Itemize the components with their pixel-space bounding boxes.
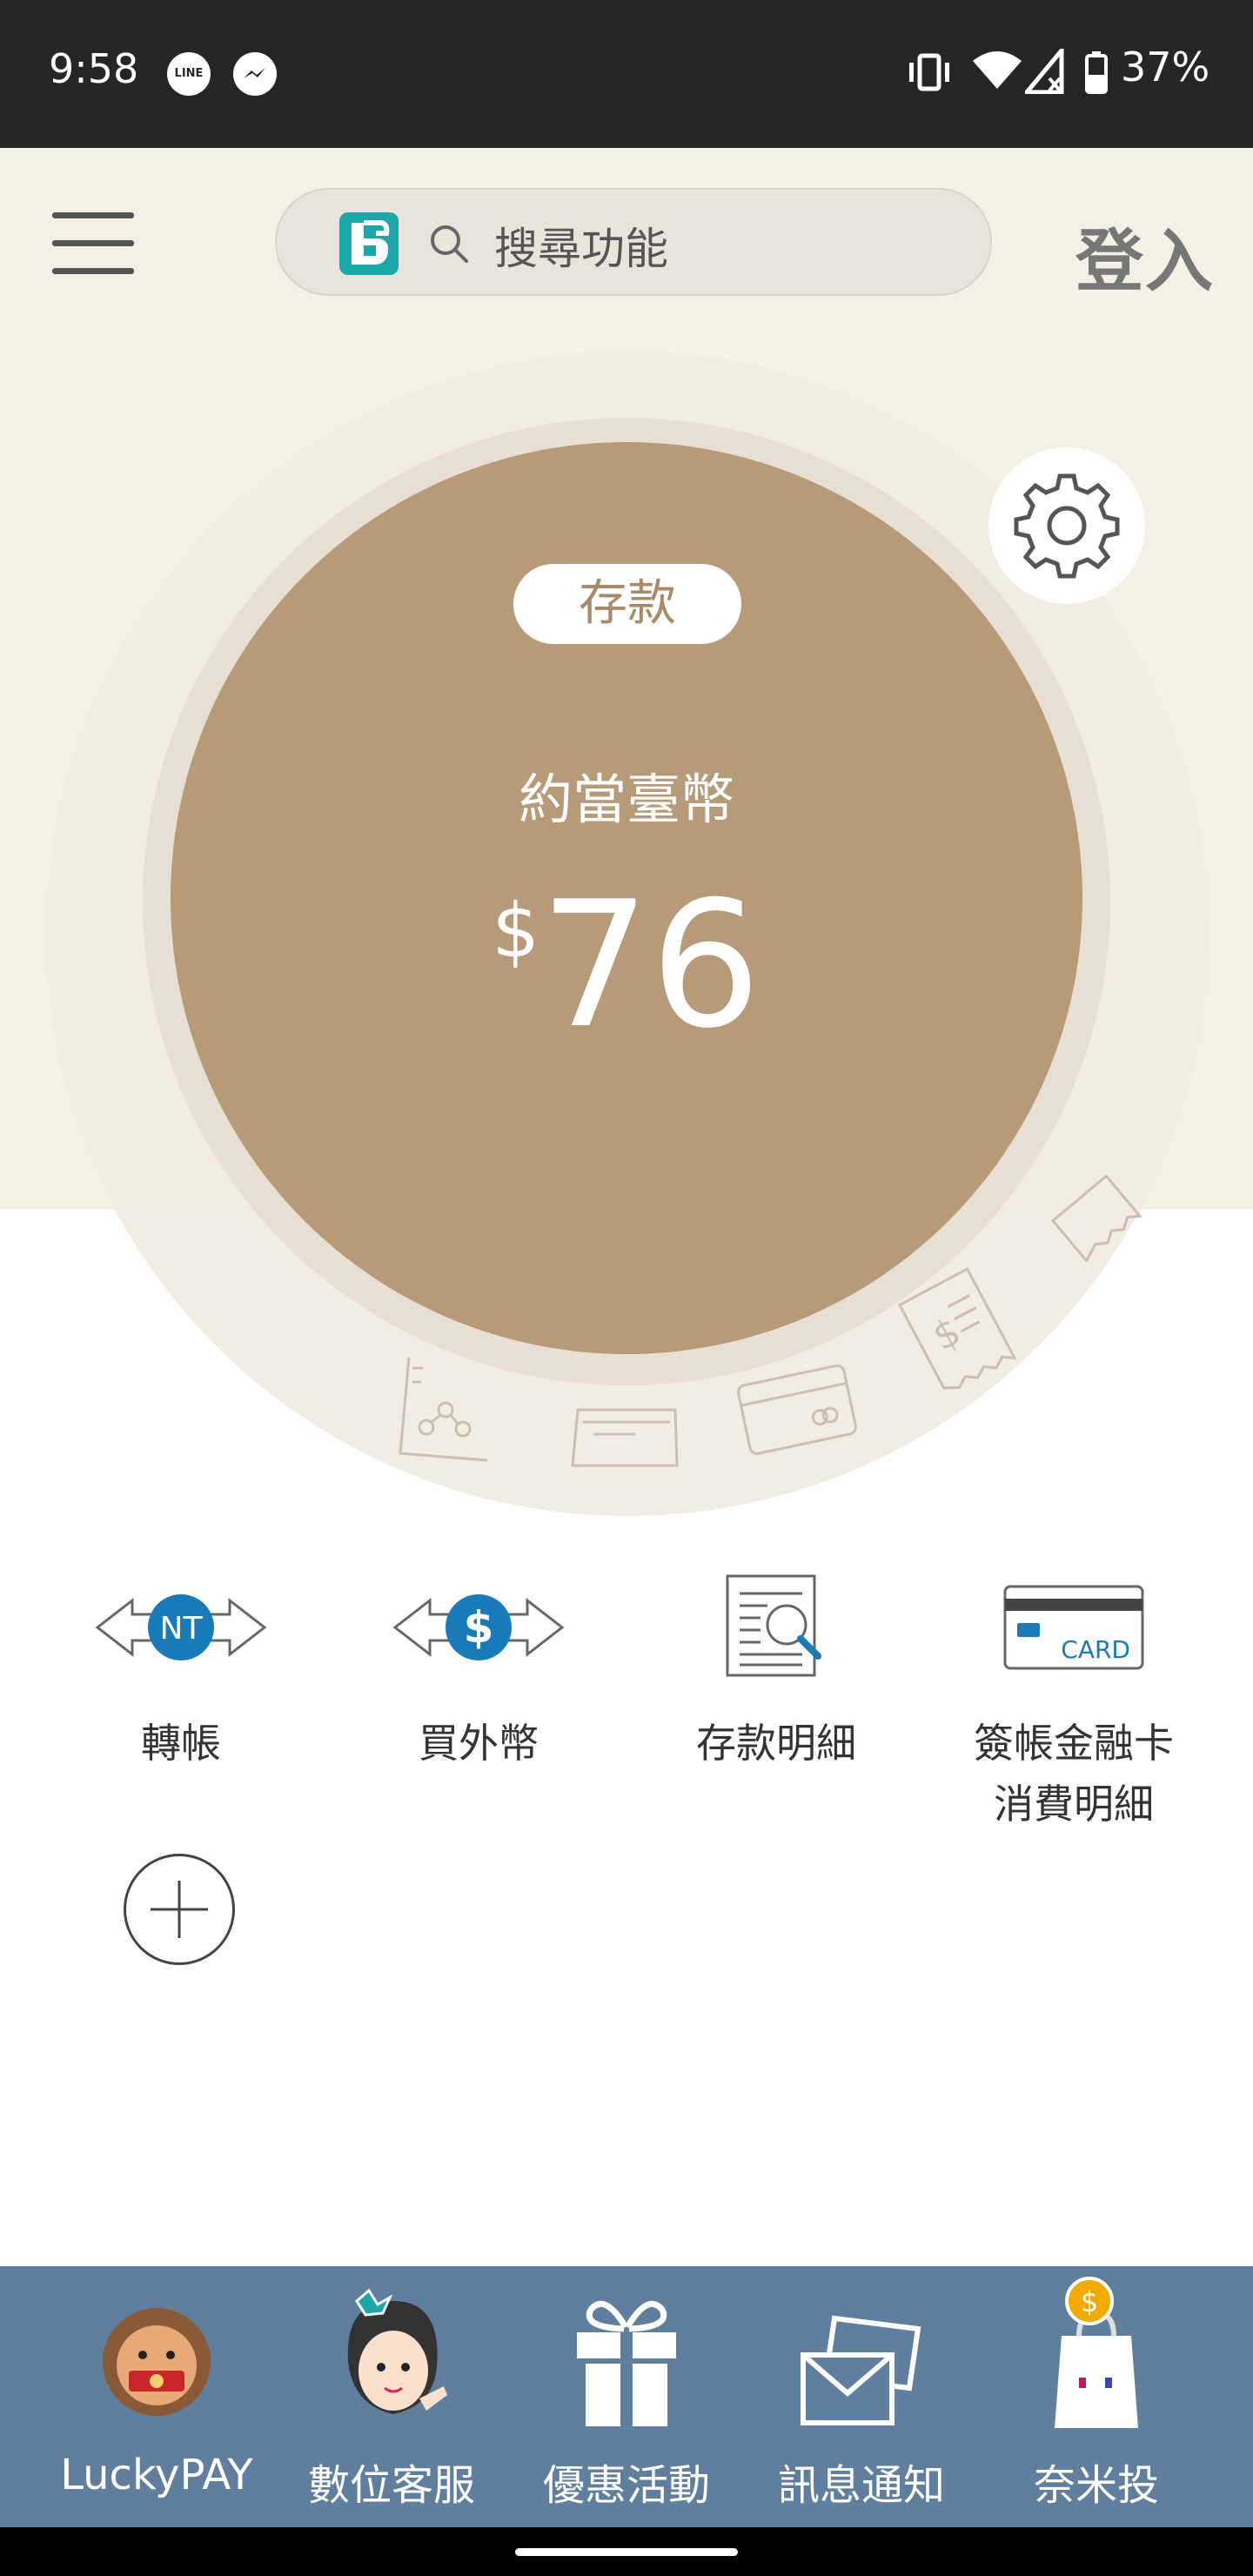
- lion-mascot-icon: [31, 2266, 282, 2432]
- wifi-icon: [971, 49, 1023, 96]
- search-placeholder: 搜尋功能: [494, 224, 668, 274]
- signal-icon: [1022, 44, 1065, 97]
- nav-promotions[interactable]: 優惠活動: [501, 2266, 752, 2527]
- home-gesture-handle[interactable]: [515, 2548, 738, 2556]
- nav-luckypay-label: LuckyPAY: [60, 2451, 253, 2499]
- customer-service-avatar-icon: [266, 2266, 517, 2432]
- nav-notifications[interactable]: 訊息通知: [736, 2266, 987, 2527]
- nav-digital-service-label: 數位客服: [307, 2461, 475, 2510]
- settings-button[interactable]: [988, 447, 1145, 604]
- nav-digital-service[interactable]: 數位客服: [266, 2266, 517, 2527]
- debit-card-statement-label: 簽帳金融卡 消費明細: [943, 1713, 1204, 1835]
- nt-transfer-icon: NT: [50, 1566, 312, 1688]
- nav-nano-invest[interactable]: $ 奈米投: [971, 2266, 1222, 2527]
- label-line-2: 消費明細: [994, 1781, 1154, 1828]
- nano-invest-bag-icon: $: [971, 2266, 1222, 2432]
- deposit-details-action[interactable]: 存款明細: [646, 1566, 907, 1774]
- balance-caption: 約當臺幣: [518, 768, 734, 831]
- bottom-navigation: LuckyPAY 數位客服 優惠活動 訊息通知 $ 奈米投: [0, 2266, 1253, 2527]
- messenger-icon: [233, 52, 277, 96]
- buy-foreign-currency-label: 買外幣: [419, 1720, 539, 1767]
- account-type-badge[interactable]: 存款: [513, 564, 741, 644]
- balance-amount: $76: [0, 870, 1253, 1062]
- vibrate-icon: [905, 50, 954, 97]
- credit-card-category-icon[interactable]: [731, 1358, 861, 1462]
- status-bar: 9:58 LINE 37%: [0, 0, 1253, 148]
- menu-line: [52, 268, 134, 274]
- add-shortcut-button[interactable]: [124, 1854, 235, 1965]
- receipt-category-icon[interactable]: [1044, 1175, 1149, 1262]
- nav-nano-invest-label: 奈米投: [1033, 2461, 1159, 2510]
- battery-percent: 37%: [1121, 44, 1210, 91]
- currency-symbol: $: [492, 888, 540, 975]
- envelope-icon: [736, 2266, 987, 2432]
- svg-text:$: $: [926, 1309, 968, 1359]
- fubon-logo-icon: [339, 212, 399, 275]
- deposit-details-label: 存款明細: [696, 1720, 856, 1767]
- chart-category-icon[interactable]: [383, 1349, 505, 1471]
- bill-category-icon[interactable]: $: [888, 1262, 1027, 1401]
- buy-foreign-currency-action[interactable]: $ 買外幣: [348, 1566, 609, 1774]
- line-app-icon: LINE: [167, 52, 211, 96]
- debit-card-statement-action[interactable]: CARD 簽帳金融卡 消費明細: [943, 1566, 1204, 1835]
- svg-text:$: $: [464, 1602, 494, 1653]
- login-button[interactable]: 登入: [1075, 207, 1215, 305]
- menu-line: [52, 240, 134, 246]
- buy-foreign-currency-icon: $: [348, 1566, 609, 1688]
- svg-text:NT: NT: [160, 1611, 204, 1647]
- label-line-1: 簽帳金融卡: [974, 1720, 1174, 1767]
- nav-luckypay[interactable]: LuckyPAY: [31, 2266, 282, 2527]
- hamburger-menu-button[interactable]: [52, 212, 134, 274]
- gear-icon: [1014, 473, 1120, 579]
- card-icon: CARD: [943, 1566, 1204, 1688]
- menu-line: [52, 212, 134, 218]
- nav-promotions-label: 優惠活動: [542, 2461, 710, 2510]
- status-time: 9:58: [49, 45, 139, 92]
- deposit-category-icon[interactable]: [566, 1392, 687, 1479]
- balance-value: 76: [539, 864, 761, 1067]
- deposit-details-icon: [646, 1566, 907, 1688]
- plus-icon: [151, 1881, 208, 1938]
- svg-text:$: $: [1081, 2285, 1098, 2318]
- transfer-label: 轉帳: [141, 1720, 221, 1767]
- search-bar[interactable]: 搜尋功能: [275, 188, 992, 296]
- svg-text:CARD: CARD: [1061, 1635, 1130, 1664]
- circle-pointer: [616, 1333, 640, 1354]
- battery-icon: [1084, 50, 1109, 97]
- search-icon: [431, 225, 468, 263]
- gift-icon: [501, 2266, 752, 2432]
- nav-notifications-label: 訊息通知: [777, 2461, 945, 2510]
- transfer-action[interactable]: NT 轉帳: [50, 1566, 312, 1774]
